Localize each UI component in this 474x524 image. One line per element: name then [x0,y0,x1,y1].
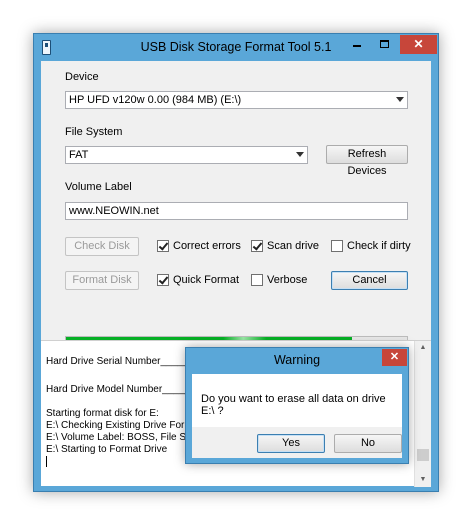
checkbox-unchecked-icon [331,240,343,252]
minimize-button[interactable] [343,35,370,54]
volume-label-input[interactable]: www.NEOWIN.net [65,202,408,220]
checkbox-checked-icon [157,274,169,286]
yes-button[interactable]: Yes [257,434,325,453]
checkbox-checked-icon [251,240,263,252]
no-button[interactable]: No [334,434,402,453]
dialog-message: Do you want to erase all data on drive E… [201,393,386,417]
correct-errors-checkbox[interactable]: Correct errors [157,240,241,254]
dialog-body: Do you want to erase all data on drive E… [192,374,402,427]
device-select[interactable]: HP UFD v120w 0.00 (984 MB) (E:\) [65,91,408,109]
device-select-value: HP UFD v120w 0.00 (984 MB) (E:\) [69,94,242,106]
minimize-icon [352,45,361,48]
file-system-select[interactable]: FAT [65,146,308,164]
text-cursor [46,456,47,467]
dialog-title: Warning [273,353,321,367]
warning-dialog: Warning ✕ Do you want to erase all data … [185,347,409,464]
close-button[interactable]: ✕ [400,35,437,54]
scroll-down-icon[interactable]: ▼ [415,473,431,487]
log-line: E:\ Starting to Format Drive [46,444,168,455]
scroll-thumb[interactable] [417,449,429,461]
device-label: Device [65,71,99,83]
check-if-dirty-label: Check if dirty [347,240,411,252]
volume-label-label: Volume Label [65,181,132,193]
chevron-down-icon [296,152,304,157]
quick-format-checkbox[interactable]: Quick Format [157,274,239,288]
correct-errors-label: Correct errors [173,240,241,252]
quick-format-label: Quick Format [173,274,240,286]
check-if-dirty-checkbox[interactable]: Check if dirty [331,240,411,254]
check-disk-button[interactable]: Check Disk [65,237,139,256]
log-scrollbar[interactable]: ▲ ▼ [414,341,431,487]
checkbox-unchecked-icon [251,274,263,286]
verbose-label: Verbose [267,274,308,286]
scan-drive-label: Scan drive [267,240,319,252]
maximize-icon [380,40,389,49]
verbose-checkbox[interactable]: Verbose [251,274,307,288]
file-system-select-value: FAT [69,149,89,161]
maximize-button[interactable] [371,35,398,54]
dialog-close-button[interactable]: ✕ [382,349,407,366]
log-line: E:\ Checking Existing Drive Format [46,420,202,431]
dialog-footer: Yes No [192,427,402,458]
refresh-devices-button[interactable]: Refresh Devices [326,145,408,177]
chevron-down-icon [396,97,404,102]
checkbox-checked-icon [157,240,169,252]
scan-drive-checkbox[interactable]: Scan drive [251,240,319,254]
file-system-label: File System [65,126,123,138]
title-bar[interactable]: USB Disk Storage Format Tool 5.1 ✕ [34,34,438,61]
scroll-up-icon[interactable]: ▲ [415,341,431,355]
format-disk-button[interactable]: Format Disk [65,271,139,290]
log-line: Starting format disk for E: [46,408,159,419]
cancel-button[interactable]: Cancel [331,271,408,290]
